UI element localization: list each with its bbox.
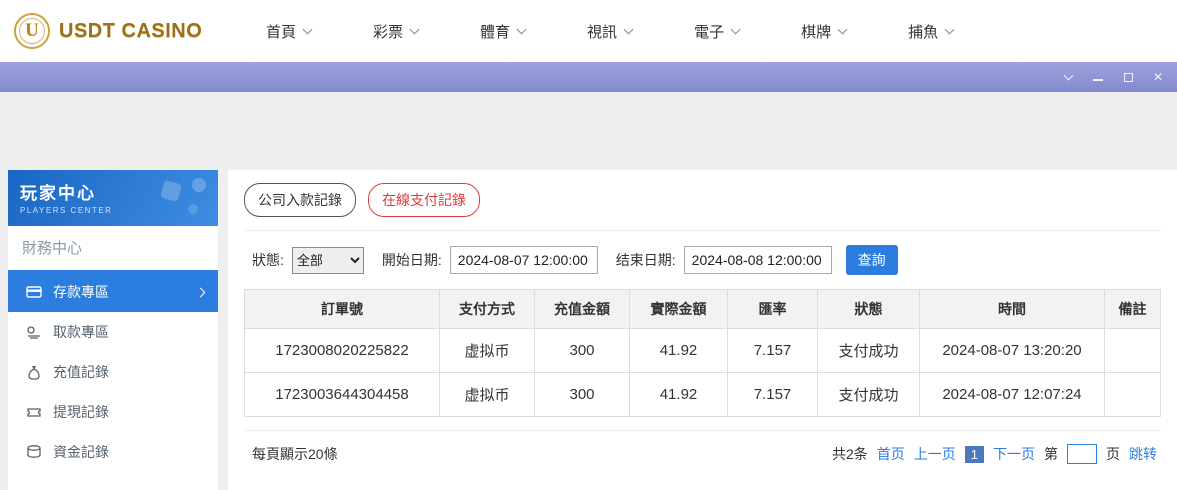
chevron-down-icon — [838, 25, 848, 35]
window-title-bar: ✕ — [0, 62, 1177, 92]
minimize-icon — [1093, 79, 1103, 81]
col-actual-amount: 實際金額 — [630, 290, 728, 329]
status-select[interactable]: 全部 — [292, 247, 364, 274]
pagination: 共2条 首页 上一页 1 下一页 第 页 跳转 — [832, 444, 1157, 464]
next-page-link[interactable]: 下一页 — [993, 444, 1035, 464]
total-count-label: 共2条 — [832, 444, 868, 464]
status-label: 狀態: — [252, 250, 284, 270]
close-button[interactable]: ✕ — [1147, 67, 1169, 87]
cell-remark — [1105, 329, 1161, 373]
main-nav: 首頁 彩票 體育 視訊 電子 棋牌 捕魚 — [266, 21, 1015, 42]
tab-online-payment-records[interactable]: 在線支付記錄 — [368, 183, 480, 217]
chevron-down-icon — [517, 25, 527, 35]
nav-item-sports[interactable]: 體育 — [480, 21, 525, 42]
nav-item-cards[interactable]: 棋牌 — [801, 21, 846, 42]
jump-prefix-label: 第 — [1044, 444, 1058, 464]
table-row: 1723008020225822 虚拟币 300 41.92 7.157 支付成… — [245, 329, 1161, 373]
coin-stack-icon — [26, 444, 42, 460]
chevron-down-icon — [731, 25, 741, 35]
table-header-row: 訂單號 支付方式 充值金額 實際金額 匯率 狀態 時間 備註 — [245, 290, 1161, 329]
dice-decoration-icon — [162, 178, 208, 218]
chevron-down-icon — [624, 25, 634, 35]
withdraw-coins-icon — [26, 324, 42, 340]
chevron-down-icon — [410, 25, 420, 35]
tab-company-deposit-records[interactable]: 公司入款記錄 — [244, 183, 356, 217]
nav-item-home[interactable]: 首頁 — [266, 21, 311, 42]
cell-exchange-rate: 7.157 — [728, 329, 818, 373]
sidebar-item-withdraw-zone[interactable]: 取款專區 — [8, 312, 218, 352]
cell-recharge-amount: 300 — [535, 329, 630, 373]
col-payment-method: 支付方式 — [440, 290, 535, 329]
sidebar-item-withdrawal-records[interactable]: 提現記錄 — [8, 392, 218, 432]
cell-order-number: 1723003644304458 — [245, 373, 440, 417]
current-page-indicator[interactable]: 1 — [965, 446, 984, 463]
cell-time: 2024-08-07 12:07:24 — [920, 373, 1105, 417]
nav-item-fishing[interactable]: 捕魚 — [908, 21, 953, 42]
prev-page-link[interactable]: 上一页 — [914, 444, 956, 464]
chevron-right-icon — [196, 287, 206, 297]
cell-payment-method: 虚拟币 — [440, 329, 535, 373]
brand-logo[interactable]: U USDT CASINO — [0, 13, 218, 49]
end-date-input[interactable] — [684, 246, 832, 274]
nav-item-slots[interactable]: 電子 — [694, 21, 739, 42]
jump-link[interactable]: 跳转 — [1129, 444, 1157, 464]
record-tabs: 公司入款記錄 在線支付記錄 — [244, 183, 1161, 217]
ticket-icon — [26, 404, 42, 420]
page-size-label: 每頁顯示20條 — [252, 444, 338, 464]
maximize-icon — [1124, 73, 1133, 82]
maximize-button[interactable] — [1117, 67, 1139, 87]
cell-status: 支付成功 — [818, 373, 920, 417]
sidebar: 玩家中心 PLAYERS CENTER 財務中心 存款專區 取款專區 充值記錄 … — [8, 170, 218, 490]
table-footer: 每頁顯示20條 共2条 首页 上一页 1 下一页 第 页 跳转 — [244, 430, 1161, 464]
nav-item-live[interactable]: 視訊 — [587, 21, 632, 42]
sidebar-item-recharge-records[interactable]: 充值記錄 — [8, 352, 218, 392]
col-status: 狀態 — [818, 290, 920, 329]
jump-suffix-label: 页 — [1106, 444, 1120, 464]
page-jump-input[interactable] — [1067, 444, 1097, 464]
chevron-down-icon — [1063, 71, 1073, 81]
first-page-link[interactable]: 首页 — [877, 444, 905, 464]
col-recharge-amount: 充值金額 — [535, 290, 630, 329]
chevron-down-icon — [303, 25, 313, 35]
search-button[interactable]: 查詢 — [846, 245, 898, 275]
content-area: 玩家中心 PLAYERS CENTER 財務中心 存款專區 取款專區 充值記錄 … — [0, 170, 1177, 490]
start-date-input[interactable] — [450, 246, 598, 274]
cell-recharge-amount: 300 — [535, 373, 630, 417]
end-date-label: 结束日期: — [616, 250, 676, 270]
collapse-button[interactable] — [1057, 67, 1079, 87]
cell-actual-amount: 41.92 — [630, 329, 728, 373]
records-panel: 公司入款記錄 在線支付記錄 狀態: 全部 開始日期: 结束日期: 查詢 訂單號 … — [228, 170, 1177, 490]
cell-time: 2024-08-07 13:20:20 — [920, 329, 1105, 373]
cell-actual-amount: 41.92 — [630, 373, 728, 417]
finance-center-section-label: 財務中心 — [8, 226, 218, 272]
casino-logo-icon: U — [14, 13, 50, 49]
col-exchange-rate: 匯率 — [728, 290, 818, 329]
minimize-button[interactable] — [1087, 67, 1109, 87]
chevron-down-icon — [945, 25, 955, 35]
players-center-header: 玩家中心 PLAYERS CENTER — [8, 170, 218, 226]
records-table: 訂單號 支付方式 充值金額 實際金額 匯率 狀態 時間 備註 172300802… — [244, 289, 1161, 417]
col-remark: 備註 — [1105, 290, 1161, 329]
start-date-label: 開始日期: — [382, 250, 442, 270]
sidebar-item-fund-records[interactable]: 資金記錄 — [8, 432, 218, 472]
sidebar-item-deposit-zone[interactable]: 存款專區 — [8, 272, 218, 312]
nav-item-lottery[interactable]: 彩票 — [373, 21, 418, 42]
page-background-gap — [0, 92, 1177, 170]
cell-payment-method: 虚拟币 — [440, 373, 535, 417]
money-bag-icon — [26, 364, 42, 380]
cell-remark — [1105, 373, 1161, 417]
cell-status: 支付成功 — [818, 329, 920, 373]
brand-name: USDT CASINO — [59, 20, 202, 43]
col-order-number: 訂單號 — [245, 290, 440, 329]
filter-bar: 狀態: 全部 開始日期: 结束日期: 查詢 — [244, 230, 1161, 289]
cell-exchange-rate: 7.157 — [728, 373, 818, 417]
top-header: U USDT CASINO 首頁 彩票 體育 視訊 電子 棋牌 捕魚 — [0, 0, 1177, 62]
table-row: 1723003644304458 虚拟币 300 41.92 7.157 支付成… — [245, 373, 1161, 417]
cell-order-number: 1723008020225822 — [245, 329, 440, 373]
col-time: 時間 — [920, 290, 1105, 329]
wallet-card-icon — [26, 284, 42, 300]
